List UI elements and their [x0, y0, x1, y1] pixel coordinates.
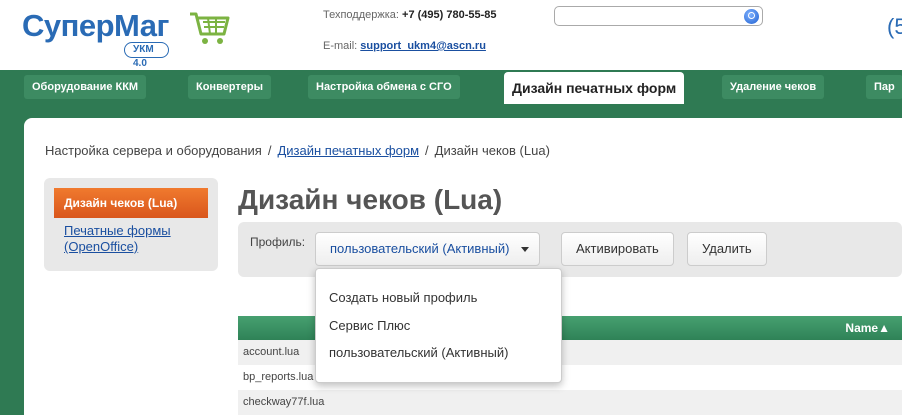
profile-option-custom-active[interactable]: пользовательский (Активный): [329, 345, 508, 360]
tab-params[interactable]: Пар: [866, 75, 902, 99]
logo-badge: УКМ 4.0: [124, 42, 169, 69]
logo[interactable]: СуперМаг УКМ 4.0: [22, 8, 169, 69]
tab-converters[interactable]: Конвертеры: [188, 75, 272, 99]
email-link[interactable]: support_ukm4@ascn.ru: [360, 40, 486, 52]
profile-selected-value: пользовательский (Активный): [330, 241, 510, 256]
sidebar-item-lua-design[interactable]: Дизайн чеков (Lua): [54, 188, 208, 218]
tab-print-forms-design[interactable]: Дизайн печатных форм: [504, 72, 685, 104]
tab-equipment[interactable]: Оборудование ККМ: [24, 75, 147, 99]
support-info: Техподдержка: +7 (495) 780-55-85: [323, 9, 497, 21]
support-phone: +7 (495) 780-55-85: [402, 9, 497, 21]
delete-button[interactable]: Удалить: [687, 232, 767, 266]
search-input[interactable]: [554, 6, 763, 26]
sidebar: Дизайн чеков (Lua) Печатные формы (OpenO…: [44, 178, 218, 271]
header: СуперМаг УКМ 4.0 Техподдержка: +7 (495) …: [0, 0, 902, 70]
breadcrumb-root: Настройка сервера и оборудования: [45, 143, 262, 158]
tab-sgo-exchange[interactable]: Настройка обмена с СГО: [308, 75, 460, 99]
breadcrumb-separator: /: [267, 143, 272, 158]
header-right-fragment: (5: [887, 14, 902, 39]
profile-option-service-plus[interactable]: Сервис Плюс: [329, 318, 410, 333]
profile-label: Профиль:: [250, 235, 306, 249]
email-label: E-mail:: [323, 40, 361, 52]
page-title: Дизайн чеков (Lua): [238, 184, 503, 215]
column-header-name[interactable]: Name▲: [845, 321, 890, 335]
cart-icon: [190, 12, 230, 44]
breadcrumb: Настройка сервера и оборудования / Дизайн …: [45, 143, 550, 158]
table-row[interactable]: checkway77f.lua: [238, 390, 902, 415]
logo-text: СуперМаг: [22, 8, 169, 43]
breadcrumb-current: Дизайн чеков (Lua): [434, 143, 550, 158]
profile-dropdown-menu: Создать новый профиль Сервис Плюс пользо…: [315, 268, 562, 383]
sidebar-item-openoffice-forms[interactable]: Печатные формы (OpenOffice): [64, 223, 214, 255]
activate-button[interactable]: Активировать: [561, 232, 674, 266]
breadcrumb-link[interactable]: Дизайн печатных форм: [277, 143, 419, 158]
profile-option-create[interactable]: Создать новый профиль: [329, 290, 477, 305]
breadcrumb-separator: /: [425, 143, 429, 158]
tab-delete-checks[interactable]: Удаление чеков: [722, 75, 825, 99]
email-info: E-mail: support_ukm4@ascn.ru: [323, 40, 486, 52]
profile-select[interactable]: пользовательский (Активный): [315, 232, 541, 266]
chevron-down-icon: [521, 247, 530, 252]
support-label: Техподдержка:: [323, 9, 403, 21]
search-icon[interactable]: [744, 9, 759, 24]
